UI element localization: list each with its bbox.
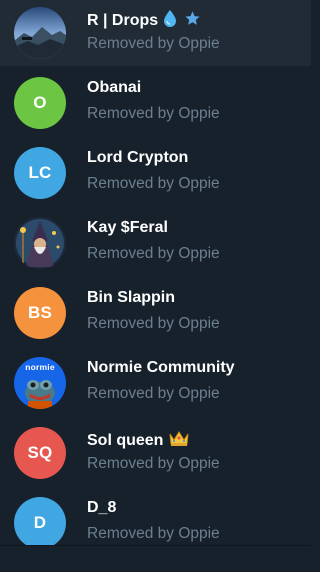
member-name-text: Obanai [87,79,142,96]
list-item[interactable]: R | Drops Removed by Oppie [0,0,311,66]
member-name: Sol queen [87,429,190,452]
member-name: Normie Community [87,359,235,377]
wizard-illustration-icon [14,217,66,269]
list-item[interactable]: BS Bin Slappin Removed by Oppie [0,276,311,346]
member-name: Bin Slappin [87,289,175,307]
avatar-initials: D [33,513,47,532]
member-subtitle: Removed by Oppie [87,315,220,332]
member-name: Lord Crypton [87,149,188,167]
member-name-text: R | Drops [87,11,159,29]
member-subtitle: Removed by Oppie [87,175,220,192]
list-item[interactable]: O Obanai Removed by Oppie [0,66,311,136]
avatar [14,217,66,269]
member-name: Kay $Feral [87,219,168,237]
avatar: BS [14,287,66,339]
avatar-initials: BS [27,303,53,322]
member-name: D_8 [87,499,116,517]
avatar: SQ [14,427,66,479]
avatar-initials: LC [28,163,52,182]
list-item[interactable]: normie Normie Community Removed by Oppie [0,346,311,416]
list-item[interactable]: LC Lord Crypton Removed by Oppie [0,136,311,206]
member-name-text: Bin Slappin [87,289,175,306]
list-item[interactable]: Kay $Feral Removed by Oppie [0,206,311,276]
list-item[interactable]: D D_8 Removed by Oppie [0,486,311,545]
avatar: LC [14,147,66,199]
member-name-text: Lord Crypton [87,149,189,166]
avatar: O [14,77,66,129]
svg-text:normie: normie [25,362,55,372]
member-subtitle: Removed by Oppie [87,525,220,542]
member-subtitle: Removed by Oppie [87,245,220,262]
list-item[interactable]: SQ Sol queen Removed by Oppie [0,416,311,486]
avatar [14,7,66,59]
member-name-text: D_8 [87,499,117,516]
member-subtitle: Removed by Oppie [87,105,220,122]
avatar-initials: O [33,93,47,112]
member-list: R | Drops Removed by Oppie O Obanai Remo… [0,0,311,545]
member-subtitle: Removed by Oppie [87,385,220,402]
member-name-text: Normie Community [87,359,235,376]
mountain-landscape-icon [14,7,66,59]
star-icon [184,10,201,32]
member-name-text: Kay $Feral [87,219,168,236]
member-name-text: Sol queen [87,431,164,449]
avatar: D [14,497,66,545]
member-subtitle: Removed by Oppie [87,35,220,52]
bottom-bar [0,545,311,572]
droplet-icon [163,9,177,32]
avatar: normie [14,357,66,409]
crown-icon [168,429,190,452]
normie-frog-icon: normie [14,357,66,409]
member-name: R | Drops [87,9,201,32]
member-name: Obanai [87,79,141,97]
avatar-initials: SQ [27,443,53,462]
member-subtitle: Removed by Oppie [87,455,220,472]
